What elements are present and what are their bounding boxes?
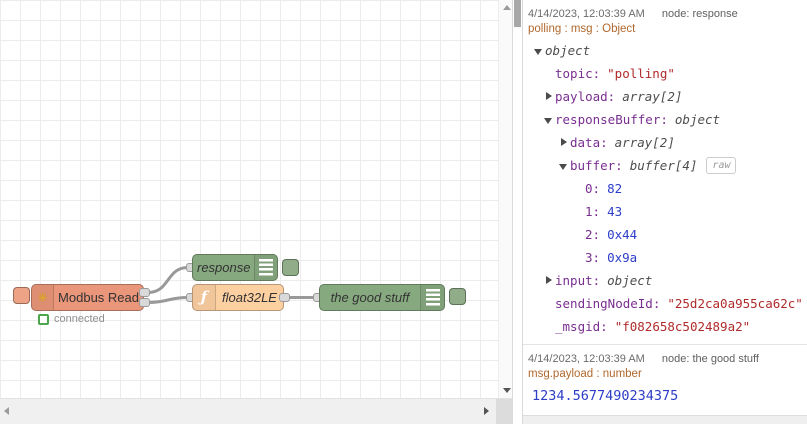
- node-red-editor: ✳ Modbus Read connected response ƒ float…: [0, 0, 807, 424]
- debug-sidebar: 4/14/2023, 12:03:39 AM node: response po…: [523, 0, 807, 424]
- scroll-up-icon[interactable]: [503, 5, 511, 10]
- node-response[interactable]: response: [192, 254, 278, 281]
- response-node-label: response: [197, 260, 251, 275]
- expand-icon[interactable]: [544, 91, 555, 102]
- tree-row: topic: "polling": [528, 62, 805, 85]
- modbus-output-port-2[interactable]: [139, 298, 150, 307]
- expand-icon[interactable]: [559, 137, 570, 148]
- status-connected-icon: [38, 313, 49, 325]
- modbus-node-button[interactable]: [13, 287, 30, 304]
- output-debug-toggle-button[interactable]: [449, 288, 466, 305]
- function-f-icon: ƒ: [200, 288, 208, 306]
- status-text: connected: [54, 313, 105, 325]
- payload-number-value: 1234.5677490234375: [532, 388, 679, 404]
- message-meta: msg.payload : number: [528, 368, 642, 380]
- modbus-gear-icon: ✳: [37, 290, 48, 305]
- object-tree: object topic: "polling" payload: array[2…: [528, 39, 805, 338]
- modbus-output-port-1[interactable]: [139, 288, 150, 297]
- tree-row: 1: 43: [528, 200, 805, 223]
- collapse-icon[interactable]: [544, 115, 555, 125]
- debug-panel-end-divider: [523, 415, 807, 424]
- message-source-node: node: response: [661, 8, 738, 20]
- scrollbar-thumb[interactable]: [514, 0, 521, 27]
- scrollbar-corner: [496, 399, 512, 424]
- modbus-status: connected: [38, 313, 105, 325]
- canvas-vertical-scrollbar[interactable]: [498, 0, 513, 398]
- tree-row: buffer: buffer[4] raw: [528, 154, 805, 177]
- tree-row: 0: 82: [528, 177, 805, 200]
- response-icon-region: [254, 255, 277, 280]
- expand-icon[interactable]: [544, 275, 555, 286]
- raw-button[interactable]: raw: [706, 157, 737, 174]
- function-node-label: float32LE: [222, 290, 277, 305]
- debug-list-icon: [425, 289, 440, 306]
- message-timestamp: 4/14/2023, 12:03:39 AM: [528, 353, 645, 365]
- modbus-node-label: Modbus Read: [58, 290, 139, 305]
- function-icon-region: ƒ: [193, 285, 216, 310]
- debug-message[interactable]: 4/14/2023, 12:03:39 AM node: the good st…: [523, 344, 807, 416]
- modbus-icon-region: ✳: [32, 285, 55, 310]
- message-source-node: node: the good stuff: [661, 353, 759, 365]
- output-icon-region: [420, 285, 444, 310]
- output-node-label: the good stuff: [330, 290, 410, 305]
- canvas-horizontal-scrollbar[interactable]: [0, 398, 512, 424]
- debug-message[interactable]: 4/14/2023, 12:03:39 AM node: response po…: [523, 0, 807, 344]
- debug-panel-scrollbar[interactable]: [512, 0, 523, 424]
- function-output-port[interactable]: [279, 293, 290, 302]
- wire-modbus-to-function[interactable]: [146, 296, 190, 304]
- tree-row: object: [528, 39, 805, 62]
- node-float32le[interactable]: ƒ float32LE: [192, 284, 284, 311]
- scroll-left-icon[interactable]: [4, 407, 9, 415]
- scroll-right-icon[interactable]: [484, 407, 489, 415]
- tree-row: responseBuffer: object: [528, 108, 805, 131]
- collapse-icon[interactable]: [534, 46, 545, 56]
- tree-row: input: object: [528, 269, 805, 292]
- message-meta: polling : msg : Object: [528, 23, 636, 35]
- tree-row: data: array[2]: [528, 131, 805, 154]
- response-debug-toggle-button[interactable]: [282, 259, 299, 276]
- node-the-good-stuff[interactable]: the good stuff: [319, 284, 445, 311]
- scroll-down-icon[interactable]: [503, 388, 511, 393]
- tree-row: _msgid: "f082658c502489a2": [528, 315, 805, 338]
- debug-list-icon: [259, 259, 274, 276]
- message-timestamp: 4/14/2023, 12:03:39 AM: [528, 8, 645, 20]
- message-header: 4/14/2023, 12:03:39 AM node: response: [528, 8, 805, 20]
- tree-row: sendingNodeId: "25d2ca0a955ca62c": [528, 292, 805, 315]
- wire-modbus-to-response[interactable]: [146, 266, 190, 294]
- message-header: 4/14/2023, 12:03:39 AM node: the good st…: [528, 353, 805, 365]
- tree-row: 3: 0x9a: [528, 246, 805, 269]
- tree-row: 2: 0x44: [528, 223, 805, 246]
- flow-canvas[interactable]: ✳ Modbus Read connected response ƒ float…: [0, 0, 498, 398]
- collapse-icon[interactable]: [559, 161, 570, 171]
- node-modbus-read[interactable]: ✳ Modbus Read: [31, 284, 144, 311]
- tree-row: payload: array[2]: [528, 85, 805, 108]
- wires-layer: [146, 266, 316, 304]
